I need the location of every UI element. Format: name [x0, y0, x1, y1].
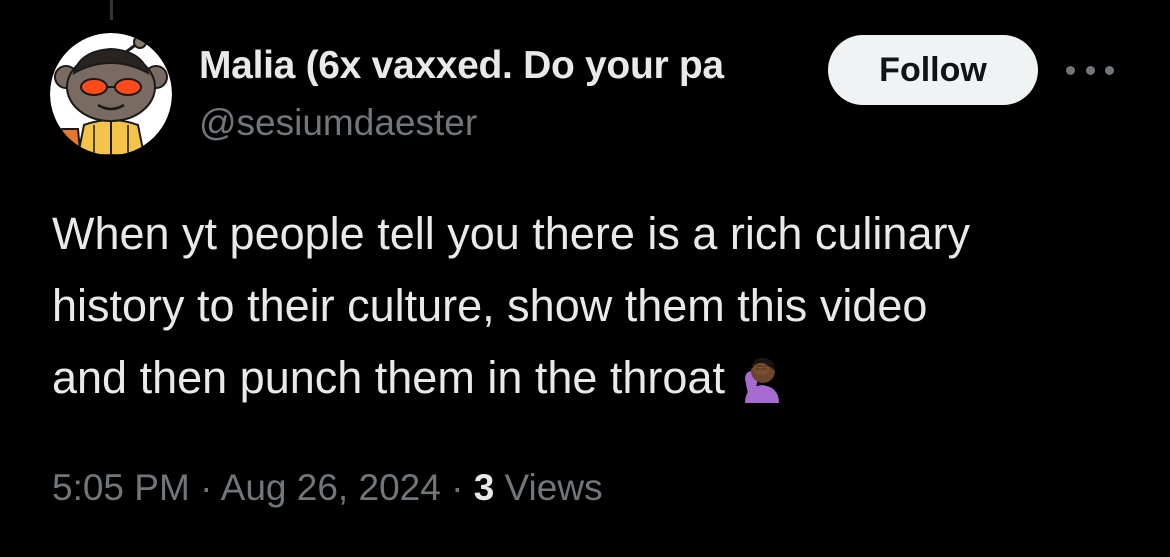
views-label: Views	[504, 467, 603, 508]
display-name[interactable]: Malia (6x vaxxed. Do your pa	[199, 40, 811, 92]
tweet-date[interactable]: Aug 26, 2024	[221, 467, 441, 508]
more-options-icon[interactable]	[1066, 58, 1114, 82]
more-dot	[1066, 65, 1075, 75]
tweet-line-with-emoji: and then punch them in the throat	[52, 342, 1142, 424]
thread-connector-line	[110, 0, 113, 20]
avatar[interactable]	[50, 33, 172, 155]
tweet-time[interactable]: 5:05 PM	[52, 467, 190, 508]
tweet-meta: 5:05 PM · Aug 26, 2024 · 3 Views	[52, 462, 603, 514]
tweet-text: When yt people tell you there is a rich …	[52, 198, 1142, 424]
meta-separator: ·	[451, 467, 464, 508]
follow-button[interactable]: Follow	[828, 35, 1038, 105]
meta-separator: ·	[200, 467, 213, 508]
tweet-line: When yt people tell you there is a rich …	[52, 208, 970, 259]
cartoon-avatar-icon	[50, 33, 172, 155]
facepalm-emoji-icon	[739, 352, 785, 424]
tweet-line: history to their culture, show them this…	[52, 280, 928, 331]
tweet-line: and then punch them in the throat	[52, 352, 725, 403]
more-dot	[1085, 65, 1095, 75]
more-dot	[1105, 65, 1114, 75]
user-handle[interactable]: @sesiumdaester	[199, 98, 477, 148]
views-count: 3	[473, 467, 495, 508]
